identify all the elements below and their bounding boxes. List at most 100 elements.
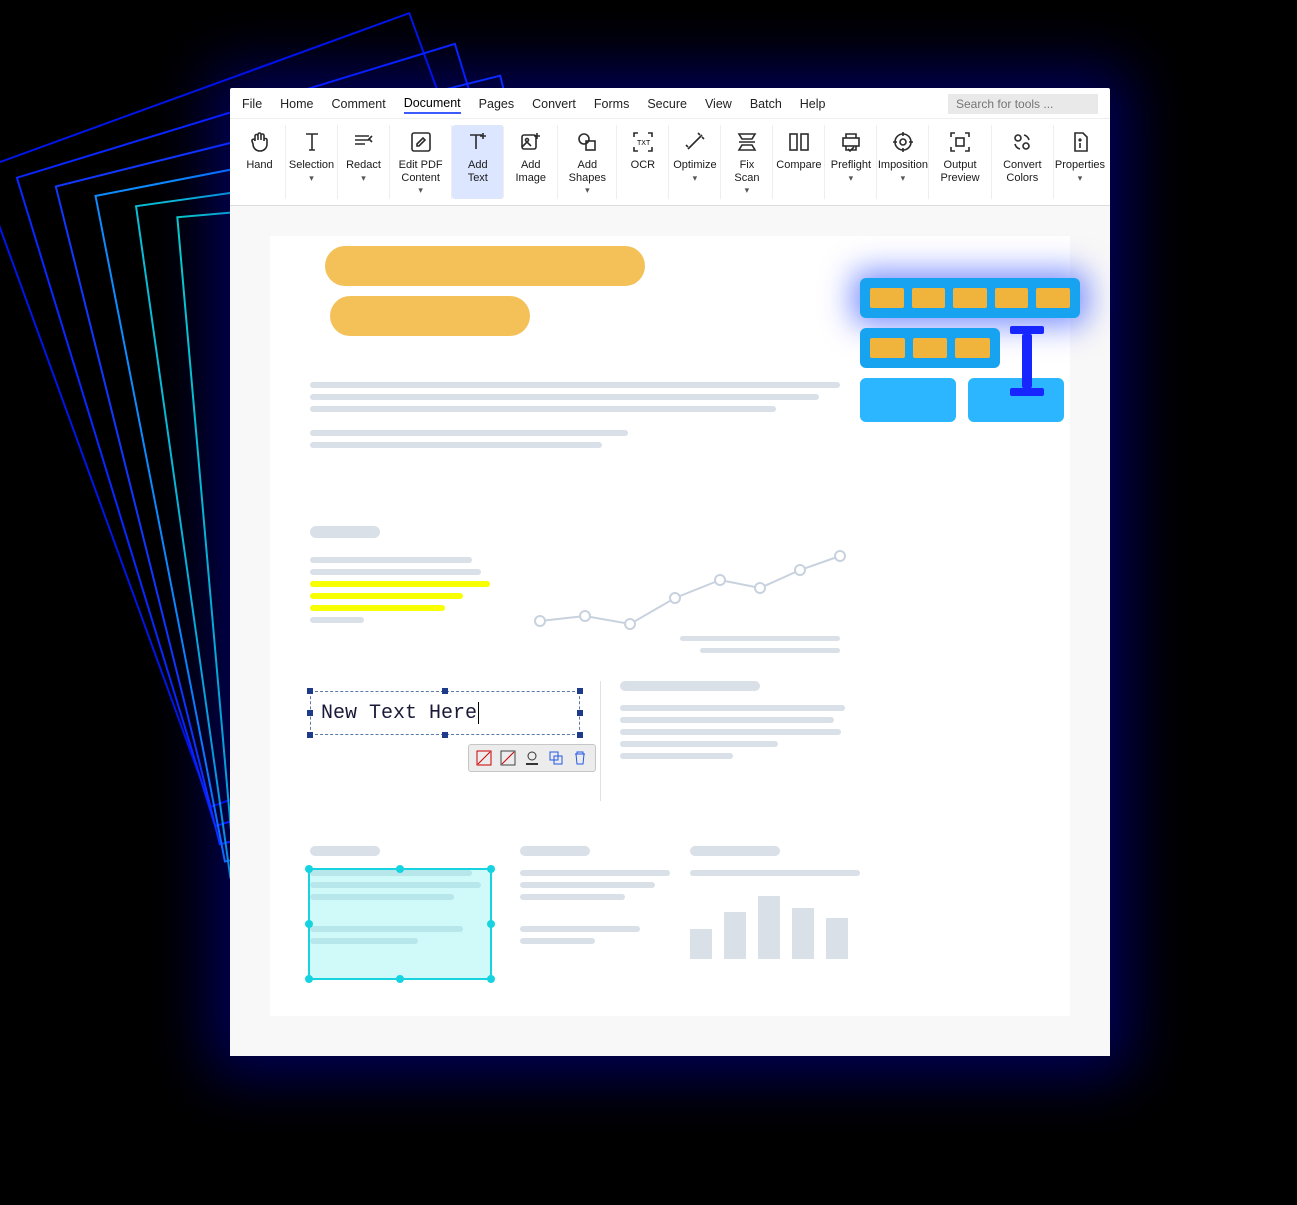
ribbon-label: Fix Scan (727, 159, 766, 184)
menu-pages[interactable]: Pages (479, 95, 514, 113)
menubar: File Home Comment Document Pages Convert… (230, 88, 1110, 119)
ribbon-label: Convert Colors (998, 159, 1047, 184)
edit-pdf-content-button[interactable]: Edit PDF Content ▾ (390, 125, 452, 199)
underline-color-icon[interactable] (523, 749, 541, 767)
add-shapes-button[interactable]: Add Shapes ▾ (558, 125, 617, 199)
divider (600, 681, 601, 801)
chevron-down-icon: ▾ (309, 174, 314, 183)
ribbon-label: Add Text (458, 159, 497, 184)
menu-forms[interactable]: Forms (594, 95, 629, 113)
ribbon-label: Redact (346, 159, 381, 172)
ribbon-label: Imposition (878, 159, 928, 172)
add-image-icon (518, 129, 544, 155)
menu-help[interactable]: Help (800, 95, 826, 113)
imposition-button[interactable]: Imposition ▾ (877, 125, 929, 199)
info-icon (1067, 129, 1093, 155)
preflight-button[interactable]: Preflight ▾ (825, 125, 877, 199)
app-window: File Home Comment Document Pages Convert… (230, 88, 1110, 1056)
optimize-button[interactable]: Optimize ▾ (669, 125, 721, 199)
line-chart (530, 536, 850, 646)
menu-home[interactable]: Home (280, 95, 313, 113)
target-icon (890, 129, 916, 155)
add-shape-icon (574, 129, 600, 155)
menu-secure[interactable]: Secure (647, 95, 687, 113)
no-border-icon[interactable] (499, 749, 517, 767)
ribbon-label: Hand (246, 159, 272, 172)
convert-colors-button[interactable]: Convert Colors (992, 125, 1054, 199)
ribbon-toolbar: Hand Selection ▾ Redact ▾ Edit PDF Conte… (230, 119, 1110, 206)
printer-check-icon (838, 129, 864, 155)
no-fill-icon[interactable] (475, 749, 493, 767)
wand-icon (682, 129, 708, 155)
properties-button[interactable]: Properties ▾ (1054, 125, 1106, 199)
bar-chart (690, 874, 860, 959)
ribbon-label: Edit PDF Content (396, 159, 445, 184)
ocr-button[interactable]: TXT OCR (617, 125, 669, 199)
new-text-value: New Text Here (321, 702, 477, 725)
column-block (520, 846, 670, 950)
fix-scan-button[interactable]: Fix Scan ▾ (721, 125, 773, 199)
section-title-placeholder (310, 526, 380, 538)
highlighted-paragraph (310, 551, 490, 629)
ribbon-label: Optimize (673, 159, 716, 172)
chevron-down-icon: ▾ (901, 174, 906, 183)
hand-icon (247, 129, 273, 155)
chevron-down-icon: ▾ (693, 174, 698, 183)
text-edit-toolbar (468, 744, 596, 772)
output-preview-button[interactable]: Output Preview (929, 125, 991, 199)
subtitle-highlight (330, 296, 530, 336)
ribbon-label: Selection (289, 159, 334, 172)
crop-icon (947, 129, 973, 155)
text-cursor-icon (1010, 326, 1044, 396)
menu-document[interactable]: Document (404, 94, 461, 114)
ribbon-label: Compare (776, 159, 821, 172)
title-highlight (325, 246, 645, 286)
chevron-down-icon: ▾ (1078, 174, 1083, 183)
add-text-button[interactable]: Add Text (452, 125, 504, 199)
ribbon-label: Properties (1055, 159, 1105, 172)
ribbon-label: Add Image (510, 159, 551, 184)
redact-button[interactable]: Redact ▾ (338, 125, 390, 199)
chevron-down-icon: ▾ (745, 186, 750, 195)
text-caret (478, 702, 479, 724)
compare-icon (786, 129, 812, 155)
add-text-icon (465, 129, 491, 155)
redact-icon (351, 129, 377, 155)
ribbon-label: Preflight (831, 159, 871, 172)
ribbon-label: Output Preview (935, 159, 984, 184)
paragraph-placeholder (310, 376, 840, 454)
new-text-edit-box[interactable]: New Text Here (310, 691, 580, 735)
widget-row (860, 278, 1080, 318)
chevron-down-icon: ▾ (849, 174, 854, 183)
decorative-table-widget (860, 278, 1080, 422)
svg-text:TXT: TXT (637, 140, 651, 147)
menu-file[interactable]: File (242, 95, 262, 113)
menu-view[interactable]: View (705, 95, 732, 113)
scan-icon (734, 129, 760, 155)
selection-rectangle[interactable] (308, 868, 492, 980)
ocr-icon: TXT (630, 129, 656, 155)
search-input[interactable] (948, 94, 1098, 114)
paragraph-placeholder (620, 681, 845, 765)
ribbon-label: OCR (631, 159, 655, 172)
menu-comment[interactable]: Comment (332, 95, 386, 113)
copy-format-icon[interactable] (547, 749, 565, 767)
hand-button[interactable]: Hand (234, 125, 286, 199)
delete-icon[interactable] (571, 749, 589, 767)
selection-button[interactable]: Selection ▾ (286, 125, 338, 199)
menu-batch[interactable]: Batch (750, 95, 782, 113)
add-image-button[interactable]: Add Image (504, 125, 558, 199)
widget-row (860, 328, 1000, 368)
widget-cell (860, 378, 956, 422)
compare-button[interactable]: Compare (773, 125, 825, 199)
chevron-down-icon: ▾ (361, 174, 366, 183)
pencil-box-icon (408, 129, 434, 155)
chart-caption (680, 636, 840, 641)
chart-caption (700, 648, 840, 653)
ribbon-label: Add Shapes (564, 159, 610, 184)
menu-convert[interactable]: Convert (532, 95, 576, 113)
text-cursor-icon (299, 129, 325, 155)
chevron-down-icon: ▾ (585, 186, 590, 195)
colors-icon (1009, 129, 1035, 155)
chevron-down-icon: ▾ (418, 186, 423, 195)
